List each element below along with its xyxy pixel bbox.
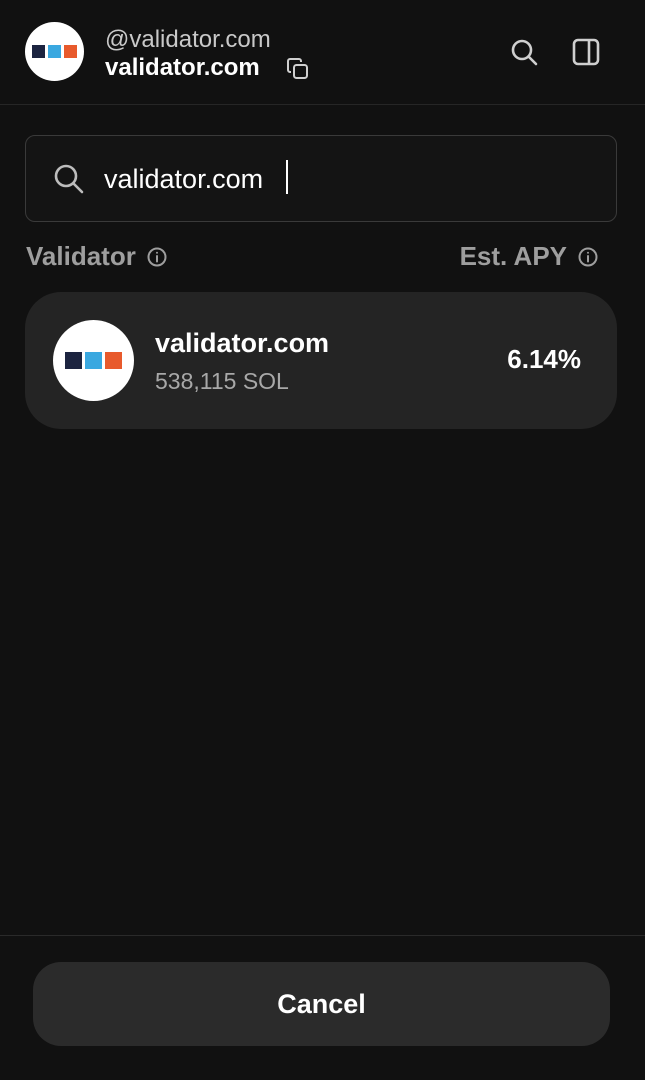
- info-icon[interactable]: [146, 246, 168, 268]
- search-input[interactable]: [104, 156, 594, 202]
- logo-square-blue: [48, 45, 61, 58]
- validator-list-item[interactable]: validator.com 538,115 SOL 6.14%: [25, 292, 617, 429]
- validator-stake: 538,115 SOL: [155, 368, 289, 394]
- logo-square-orange: [64, 45, 77, 58]
- column-header-apy: Est. APY: [460, 241, 599, 272]
- logo-square-blue: [85, 352, 102, 369]
- cancel-button[interactable]: Cancel: [33, 962, 610, 1046]
- app: @validator.com validator.com Validator: [0, 0, 645, 1080]
- validator-avatar: [53, 320, 134, 401]
- logo-square-navy: [65, 352, 82, 369]
- column-header-validator: Validator: [26, 241, 168, 272]
- sidebar-icon[interactable]: [570, 36, 602, 68]
- search-icon[interactable]: [508, 36, 540, 68]
- search-box[interactable]: [25, 135, 617, 222]
- search-field-icon: [54, 164, 84, 194]
- header-handle: @validator.com: [105, 26, 271, 53]
- info-icon[interactable]: [577, 246, 599, 268]
- header: @validator.com validator.com: [0, 0, 645, 105]
- footer: Cancel: [0, 935, 645, 1080]
- validator-apy: 6.14%: [507, 344, 581, 374]
- logo-square-orange: [105, 352, 122, 369]
- text-caret: [286, 160, 288, 194]
- validator-name: validator.com: [155, 328, 330, 358]
- validator-avatar[interactable]: [25, 22, 84, 81]
- column-apy-label: Est. APY: [459, 241, 567, 271]
- column-validator-label: Validator: [26, 241, 136, 271]
- copy-icon[interactable]: [285, 56, 311, 82]
- logo-square-navy: [32, 45, 45, 58]
- header-account-name: validator.com: [105, 54, 260, 81]
